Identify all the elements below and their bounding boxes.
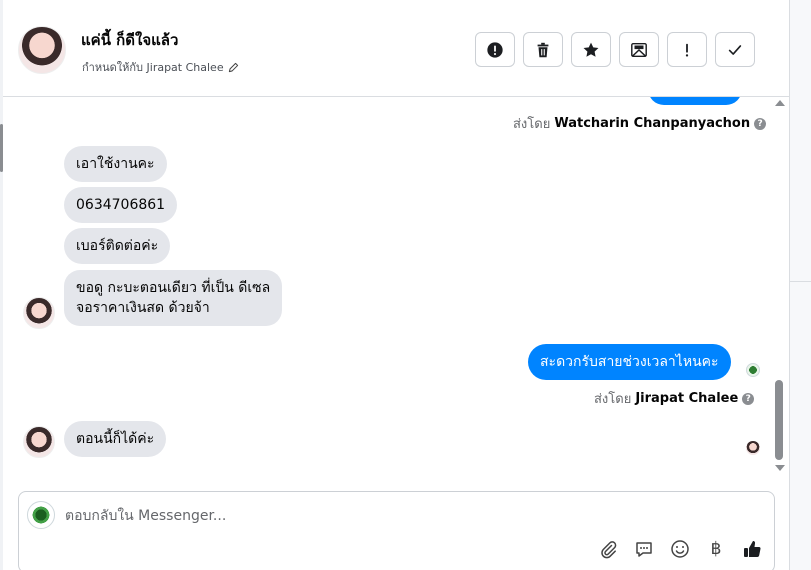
contact-name[interactable]: แค่นี้ ก็ดีใจแล้ว [81, 28, 178, 52]
inbox-conversation: แค่นี้ ก็ดีใจแล้ว กำหนดให้กับ Jirapat Ch… [0, 0, 811, 570]
contact-avatar-small[interactable] [23, 426, 55, 458]
delete-button[interactable] [523, 32, 563, 67]
saved-reply-icon[interactable] [633, 538, 655, 560]
sender-name[interactable]: Watcharin Chanpanyachon [554, 116, 750, 131]
conversation-actions [475, 32, 755, 67]
baht-icon[interactable]: ฿ [705, 538, 727, 560]
assignment-line[interactable]: กำหนดให้กับ Jirapat Chalee [82, 58, 239, 76]
scroll-up-arrow-icon[interactable] [775, 100, 785, 106]
follow-up-button[interactable] [667, 32, 707, 67]
page-logo-avatar [27, 501, 55, 529]
pencil-icon[interactable] [228, 62, 239, 73]
message-bubble-outgoing-partial[interactable] [648, 97, 742, 105]
contact-avatar-small[interactable] [23, 297, 55, 329]
reply-composer: ฿ [18, 491, 775, 570]
paperclip-icon[interactable] [597, 538, 619, 560]
read-receipt-avatar [746, 441, 760, 455]
right-panel-edge [789, 0, 811, 570]
composer-tools: ฿ [597, 538, 763, 560]
like-icon[interactable] [741, 538, 763, 560]
conversation-header: แค่นี้ ก็ดีใจแล้ว กำหนดให้กับ Jirapat Ch… [3, 0, 789, 97]
assigned-to-text: กำหนดให้กับ Jirapat Chalee [82, 61, 224, 74]
help-icon[interactable]: ? [742, 392, 755, 405]
message-bubble-incoming[interactable]: เอาใช้งานคะ [64, 146, 167, 182]
message-line: จอราคาเงินสด ด้วยจ้า [76, 300, 210, 316]
emoji-icon[interactable] [669, 538, 691, 560]
scrollbar-thumb[interactable] [775, 380, 783, 460]
sender-name[interactable]: Jirapat Chalee [635, 391, 738, 406]
star-button[interactable] [571, 32, 611, 67]
message-bubble-incoming[interactable]: 0634706861 [64, 187, 178, 223]
mark-unread-button[interactable] [619, 32, 659, 67]
message-thread[interactable]: ส่งโดย Watcharin Chanpanyachon ? เอาใช้ง… [3, 97, 789, 482]
reply-input[interactable] [65, 506, 745, 526]
message-bubble-incoming[interactable]: ตอนนี้ก็ได้ค่ะ [64, 421, 167, 457]
mark-done-button[interactable] [715, 32, 755, 67]
page-logo-icon [746, 363, 760, 377]
envelope-icon [631, 42, 647, 57]
contact-avatar[interactable] [18, 26, 66, 74]
sent-by-line: ส่งโดย Jirapat Chalee ? [594, 388, 755, 409]
message-bubble-incoming[interactable]: ขอดู กะบะตอนเดียว ที่เป็น ดีเซล จอราคาเง… [64, 270, 283, 326]
right-panel-divider [790, 281, 811, 282]
message-bubble-outgoing[interactable]: สะดวกรับสายช่วงเวลาไหนคะ [528, 344, 731, 380]
message-bubble-incoming[interactable]: เบอร์ติดต่อค่ะ [64, 228, 171, 264]
exclamation-circle-icon [487, 41, 503, 58]
check-icon [728, 44, 742, 55]
star-icon [583, 42, 599, 57]
sent-by-line: ส่งโดย Watcharin Chanpanyachon ? [513, 113, 767, 134]
scroll-down-arrow-icon[interactable] [775, 465, 785, 471]
exclamation-icon [685, 43, 689, 57]
spam-button[interactable] [475, 32, 515, 67]
trash-icon [537, 42, 549, 57]
thread-scrollbar[interactable] [774, 97, 786, 482]
message-line: ขอดู กะบะตอนเดียว ที่เป็น ดีเซล [76, 280, 271, 296]
help-icon[interactable]: ? [754, 117, 767, 130]
